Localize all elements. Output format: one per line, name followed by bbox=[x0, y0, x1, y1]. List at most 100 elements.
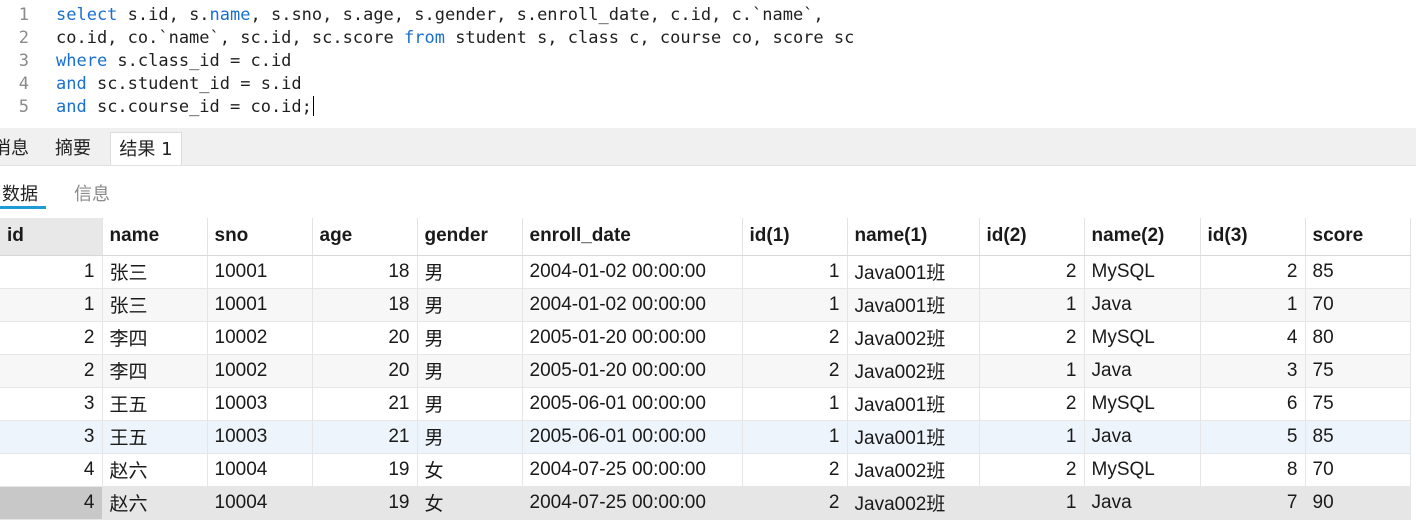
table-cell[interactable]: 70 bbox=[1305, 453, 1411, 487]
table-cell[interactable]: 2005-06-01 00:00:00 bbox=[522, 387, 743, 421]
table-cell[interactable]: 男 bbox=[417, 255, 523, 289]
table-cell[interactable]: 男 bbox=[417, 354, 523, 388]
table-cell[interactable]: 2005-06-01 00:00:00 bbox=[522, 420, 743, 454]
table-cell[interactable]: 2 bbox=[742, 354, 848, 388]
table-cell[interactable]: 2 bbox=[742, 321, 848, 355]
column-header[interactable]: id bbox=[0, 218, 103, 256]
table-cell[interactable]: 张三 bbox=[102, 255, 208, 289]
table-cell[interactable]: 张三 bbox=[102, 288, 208, 322]
table-cell[interactable]: 80 bbox=[1305, 321, 1411, 355]
table-cell[interactable]: 1 bbox=[979, 420, 1085, 454]
code-text[interactable]: and sc.student_id = s.id bbox=[56, 73, 302, 96]
table-cell[interactable]: 王五 bbox=[102, 420, 208, 454]
table-cell[interactable]: MySQL bbox=[1084, 453, 1201, 487]
table-cell[interactable]: 1 bbox=[979, 288, 1085, 322]
column-header[interactable]: id(3) bbox=[1200, 218, 1306, 256]
tab-result-1[interactable]: 结果 1 bbox=[110, 132, 182, 165]
table-cell[interactable]: 19 bbox=[312, 486, 418, 520]
table-cell[interactable]: 10004 bbox=[207, 486, 313, 520]
table-cell[interactable]: 女 bbox=[417, 453, 523, 487]
column-header[interactable]: name(1) bbox=[847, 218, 980, 256]
table-cell[interactable]: 2 bbox=[742, 486, 848, 520]
table-cell[interactable]: 85 bbox=[1305, 255, 1411, 289]
table-cell[interactable]: Java bbox=[1084, 354, 1201, 388]
table-cell[interactable]: 3 bbox=[0, 387, 103, 421]
table-cell[interactable]: 7 bbox=[1200, 486, 1306, 520]
table-cell[interactable]: 85 bbox=[1305, 420, 1411, 454]
table-row[interactable]: 2 李四 10002 20 男 2005-01-20 00:00:00 2 Java002班 1… bbox=[0, 354, 1411, 388]
table-cell[interactable]: Java002班 bbox=[847, 321, 980, 355]
table-row[interactable]: 3 王五 10003 21 男 2005-06-01 00:00:00 1 Java001班 1… bbox=[0, 420, 1411, 454]
table-cell[interactable]: 1 bbox=[0, 288, 103, 322]
table-cell[interactable]: 1 bbox=[979, 486, 1085, 520]
table-cell[interactable]: Java001班 bbox=[847, 420, 980, 454]
table-cell[interactable]: 90 bbox=[1305, 486, 1411, 520]
table-cell[interactable]: 4 bbox=[0, 486, 103, 520]
table-cell[interactable]: 19 bbox=[312, 453, 418, 487]
code-line[interactable]: 4 and sc.student_id = s.id bbox=[0, 73, 1416, 96]
subtab-data[interactable]: 数据 bbox=[2, 180, 38, 206]
table-cell[interactable]: Java001班 bbox=[847, 288, 980, 322]
table-cell[interactable]: Java bbox=[1084, 288, 1201, 322]
column-header[interactable]: enroll_date bbox=[522, 218, 743, 256]
column-header[interactable]: name(2) bbox=[1084, 218, 1201, 256]
table-cell[interactable]: 5 bbox=[1200, 420, 1306, 454]
table-cell[interactable]: MySQL bbox=[1084, 321, 1201, 355]
table-cell[interactable]: 20 bbox=[312, 354, 418, 388]
table-cell[interactable]: 2 bbox=[979, 321, 1085, 355]
table-row[interactable]: 4 赵六 10004 19 女 2004-07-25 00:00:00 2 Java002班 1… bbox=[0, 486, 1411, 520]
table-cell[interactable]: 70 bbox=[1305, 288, 1411, 322]
table-cell[interactable]: 2004-07-25 00:00:00 bbox=[522, 453, 743, 487]
table-cell[interactable]: 18 bbox=[312, 255, 418, 289]
subtab-info[interactable]: 信息 bbox=[74, 180, 110, 206]
table-cell[interactable]: 8 bbox=[1200, 453, 1306, 487]
code-text[interactable]: where s.class_id = c.id bbox=[56, 50, 291, 73]
table-cell[interactable]: 2004-01-02 00:00:00 bbox=[522, 288, 743, 322]
table-cell[interactable]: Java002班 bbox=[847, 354, 980, 388]
table-row[interactable]: 3 王五 10003 21 男 2005-06-01 00:00:00 1 Java001班 2… bbox=[0, 387, 1411, 421]
table-cell[interactable]: 10003 bbox=[207, 420, 313, 454]
table-cell[interactable]: 10001 bbox=[207, 288, 313, 322]
code-text[interactable]: and sc.course_id = co.id; bbox=[56, 96, 314, 119]
table-cell[interactable]: 李四 bbox=[102, 354, 208, 388]
result-grid[interactable]: id name sno age gender enroll_date id(1) name(1… bbox=[0, 218, 1411, 520]
table-cell[interactable]: 男 bbox=[417, 321, 523, 355]
table-cell[interactable]: Java002班 bbox=[847, 453, 980, 487]
code-text[interactable]: co.id, co.`name`, sc.id, sc.score from s… bbox=[56, 27, 854, 50]
table-cell[interactable]: Java bbox=[1084, 420, 1201, 454]
table-cell[interactable]: 75 bbox=[1305, 387, 1411, 421]
table-cell[interactable]: 10001 bbox=[207, 255, 313, 289]
table-cell[interactable]: 21 bbox=[312, 387, 418, 421]
code-line[interactable]: 5 and sc.course_id = co.id; bbox=[0, 96, 1416, 119]
column-header[interactable]: age bbox=[312, 218, 418, 256]
table-row[interactable]: 1 张三 10001 18 男 2004-01-02 00:00:00 1 Java001班 1… bbox=[0, 288, 1411, 322]
code-line[interactable]: 2 co.id, co.`name`, sc.id, sc.score from … bbox=[0, 27, 1416, 50]
table-cell[interactable]: 赵六 bbox=[102, 486, 208, 520]
table-cell[interactable]: 男 bbox=[417, 288, 523, 322]
table-cell[interactable]: 10003 bbox=[207, 387, 313, 421]
table-cell[interactable]: 2004-01-02 00:00:00 bbox=[522, 255, 743, 289]
table-cell[interactable]: 王五 bbox=[102, 387, 208, 421]
column-header[interactable]: gender bbox=[417, 218, 523, 256]
column-header[interactable]: score bbox=[1305, 218, 1411, 256]
table-cell[interactable]: 2 bbox=[1200, 255, 1306, 289]
table-cell[interactable]: 3 bbox=[0, 420, 103, 454]
table-row[interactable]: 2 李四 10002 20 男 2005-01-20 00:00:00 2 Java002班 2… bbox=[0, 321, 1411, 355]
table-cell[interactable]: 10002 bbox=[207, 354, 313, 388]
table-cell[interactable]: 20 bbox=[312, 321, 418, 355]
table-cell[interactable]: 李四 bbox=[102, 321, 208, 355]
table-cell[interactable]: 1 bbox=[1200, 288, 1306, 322]
table-cell[interactable]: 2 bbox=[0, 354, 103, 388]
table-cell[interactable]: 1 bbox=[742, 255, 848, 289]
table-cell[interactable]: 6 bbox=[1200, 387, 1306, 421]
table-cell[interactable]: 赵六 bbox=[102, 453, 208, 487]
table-cell[interactable]: 2 bbox=[742, 453, 848, 487]
column-header[interactable]: id(1) bbox=[742, 218, 848, 256]
table-cell[interactable]: 10002 bbox=[207, 321, 313, 355]
code-line[interactable]: 3 where s.class_id = c.id bbox=[0, 50, 1416, 73]
table-cell[interactable]: Java bbox=[1084, 486, 1201, 520]
table-cell[interactable]: 4 bbox=[0, 453, 103, 487]
table-cell[interactable]: 3 bbox=[1200, 354, 1306, 388]
table-cell[interactable]: 75 bbox=[1305, 354, 1411, 388]
tab-messages[interactable]: 消息 bbox=[0, 132, 34, 165]
